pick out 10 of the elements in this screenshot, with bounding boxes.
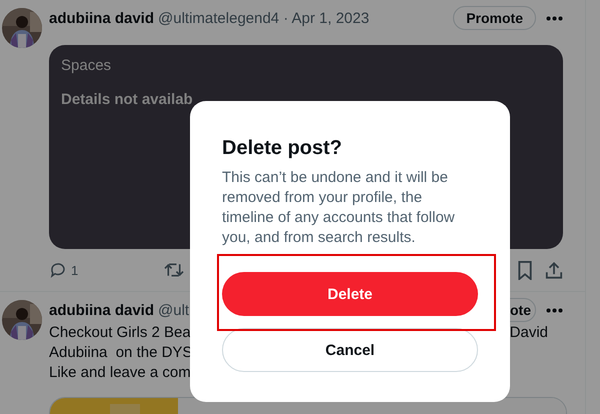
post-text-line: Checkout Girls 2 Bea — [49, 323, 191, 343]
dialog-message: This can’t be undone and it will be removed from your profile, the timeline of any accounts that follow you, and from search results. — [222, 168, 456, 248]
reply-count: 1 — [71, 262, 78, 278]
dialog-title: Delete post? — [222, 136, 344, 160]
post-text-line: Like and leave a com — [49, 363, 191, 383]
handle-date: @ultimatelegend4 · Apr 1, 2023 — [158, 10, 370, 26]
card-message: Details not availab — [61, 91, 193, 108]
post-text-line: David — [510, 323, 548, 343]
card-title: Spaces — [61, 57, 112, 74]
handle-date: @ult — [158, 302, 190, 318]
